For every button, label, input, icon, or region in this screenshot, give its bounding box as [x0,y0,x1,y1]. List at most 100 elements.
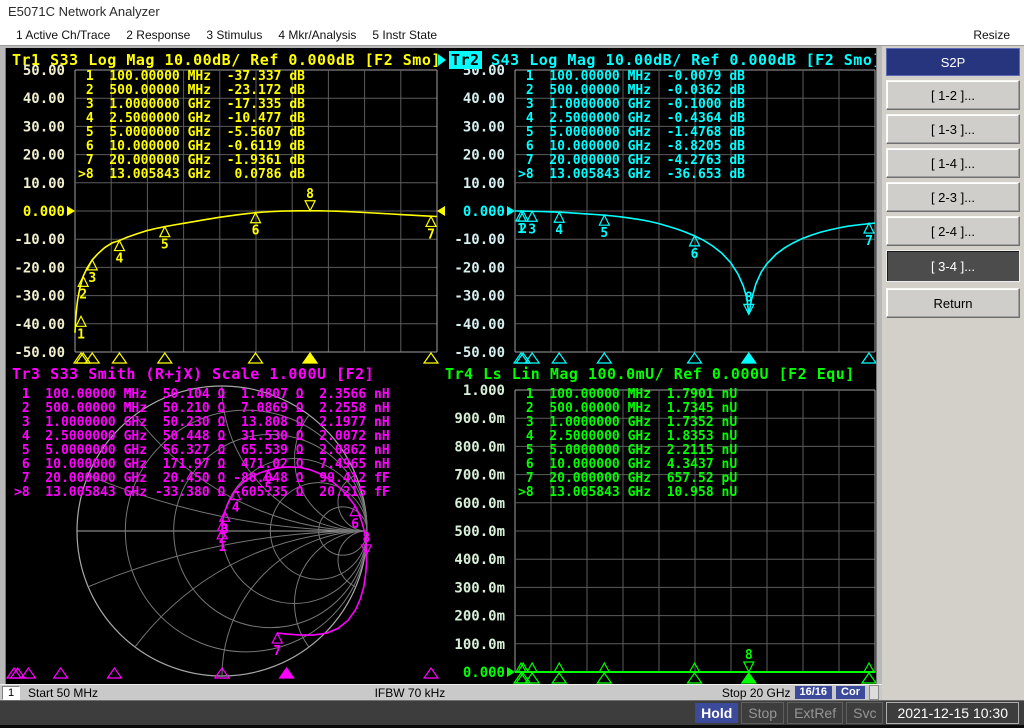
svg-text:40.00: 40.00 [463,91,505,107]
svg-text:-50.00: -50.00 [14,345,65,361]
svg-text:8: 8 [745,648,753,663]
trace1-name: Tr1 [12,51,41,69]
svg-text:400.0m: 400.0m [454,552,505,568]
correction-badge: Cor [836,686,865,699]
trace4-format: Ls Lin Mag 100.0mU/ Ref 0.000U [F2 Equ] [474,365,855,383]
menu-response[interactable]: 2 Response [126,28,190,42]
svg-text:8: 8 [745,290,753,305]
trace1-format: S33 Log Mag 10.00dB/ Ref 0.000dB [F2 Smo… [41,51,441,69]
trace2-marker-table: 1 100.00000 MHz -0.0079 dB 2 500.00000 M… [518,70,745,182]
datetime-display: 2021-12-15 10:30 [886,702,1019,724]
svg-text:-30.00: -30.00 [14,289,65,305]
svg-text:10.00: 10.00 [23,176,65,192]
channel-status-bar: 1 Start 50 MHz IFBW 70 kHz Stop 20 GHz 1… [0,684,882,700]
svg-text:1: 1 [77,327,85,342]
trace1-marker-table: 1 100.00000 MHz -37.337 dB 2 500.00000 M… [78,70,305,182]
svg-text:40.00: 40.00 [23,91,65,107]
svg-text:200.0m: 200.0m [454,609,505,625]
screen-left-frame [0,46,6,684]
softkey-button-1-3[interactable]: [ 1-3 ]... [886,114,1020,144]
svg-text:-50.00: -50.00 [454,345,505,361]
trace3-header: Tr3 S33 Smith (R+jX) Scale 1.000U [F2] [12,365,374,381]
trace4-header: Tr4 Ls Lin Mag 100.0mU/ Ref 0.000U [F2 E… [445,365,855,381]
softkey-button-2-4[interactable]: [ 2-4 ]... [886,216,1020,246]
stop-frequency: Stop 20 GHz [722,686,791,700]
analyzer-screen: 50.0040.0030.0020.0010.000.000-10.00-20.… [0,46,882,700]
start-frequency: Start 50 MHz [28,686,98,700]
svg-text:20.00: 20.00 [463,148,505,164]
svg-text:900.0m: 900.0m [454,411,505,427]
softkey-button-1-4[interactable]: [ 1-4 ]... [886,148,1020,178]
svg-text:5: 5 [161,238,169,253]
trace4-marker-table: 1 100.00000 MHz 1.7901 nU 2 500.00000 MH… [518,388,737,500]
softkey-button-1-2[interactable]: [ 1-2 ]... [886,80,1020,110]
svg-text:-10.00: -10.00 [14,232,65,248]
svg-text:2: 2 [79,287,87,302]
svg-text:600.0m: 600.0m [454,496,505,512]
svc-indicator: Svc [846,702,883,724]
softkey-list: [ 1-2 ]... [ 1-3 ]... [ 1-4 ]... [ 2-3 ]...… [886,80,1020,282]
svg-text:5: 5 [600,226,608,241]
menu-instr-state[interactable]: 5 Instr State [372,28,437,42]
window-title: E5071C Network Analyzer [0,0,1024,24]
svg-text:3: 3 [221,522,229,537]
svg-text:4: 4 [116,252,124,267]
trace3-format: S33 Smith (R+jX) Scale 1.000U [F2] [41,365,375,383]
svg-text:-40.00: -40.00 [14,317,65,333]
svg-text:6: 6 [691,247,699,262]
application-window: E5071C Network Analyzer 1 Active Ch/Trac… [0,0,1024,728]
svg-text:7: 7 [865,234,873,249]
svg-text:7: 7 [427,227,435,242]
svg-text:7: 7 [273,644,281,659]
svg-text:3: 3 [528,222,536,237]
svg-text:1.000: 1.000 [463,383,505,399]
svg-text:0.000: 0.000 [463,204,505,220]
return-button[interactable]: Return [886,288,1020,318]
svg-text:0.000: 0.000 [23,204,65,220]
trace4-name: Tr4 [445,365,474,383]
resize-button[interactable]: Resize [973,28,1010,42]
softkey-button-2-3[interactable]: [ 2-3 ]... [886,182,1020,212]
svg-text:2: 2 [519,222,527,237]
svg-text:10.00: 10.00 [463,176,505,192]
svg-text:500.0m: 500.0m [454,524,505,540]
svg-text:30.00: 30.00 [463,119,505,135]
svg-text:-30.00: -30.00 [454,289,505,305]
stop-indicator: Stop [741,702,784,724]
svg-text:0.000: 0.000 [463,665,505,681]
svg-text:20.00: 20.00 [23,148,65,164]
hold-indicator: Hold [695,703,738,723]
menu-active-ch-trace[interactable]: 1 Active Ch/Trace [16,28,110,42]
svg-text:4: 4 [232,501,240,516]
svg-text:-20.00: -20.00 [454,260,505,276]
svg-text:4: 4 [555,223,563,238]
trace2-format: S43 Log Mag 10.00dB/ Ref 0.000dB [F2 Smo… [482,51,882,69]
trace2-header: Tr2 S43 Log Mag 10.00dB/ Ref 0.000dB [F2… [438,51,882,67]
screen-top-frame [0,46,882,48]
svg-text:100.0m: 100.0m [454,637,505,653]
svg-text:6: 6 [252,224,260,239]
extref-indicator: ExtRef [787,702,843,724]
status-end-box [869,685,879,700]
svg-text:8: 8 [363,531,371,546]
svg-text:800.0m: 800.0m [454,439,505,455]
svg-text:300.0m: 300.0m [454,580,505,596]
trace3-marker-table: 1 100.00000 MHz 50.104 Ω 1.4807 Ω 2.3566… [14,388,390,500]
svg-text:30.00: 30.00 [23,119,65,135]
svg-text:-20.00: -20.00 [14,260,65,276]
softkey-panel: S2P [ 1-2 ]... [ 1-3 ]... [ 1-4 ]... [ 2-3 … [882,46,1024,700]
trace3-name: Tr3 [12,365,41,383]
menu-bar: 1 Active Ch/Trace 2 Response 3 Stimulus … [0,24,1024,46]
softkey-button-3-4[interactable]: [ 3-4 ]... [886,250,1020,282]
svg-text:-10.00: -10.00 [454,232,505,248]
svg-text:-40.00: -40.00 [454,317,505,333]
sweep-points-badge: 16/16 [795,686,833,699]
svg-text:700.0m: 700.0m [454,468,505,484]
svg-text:6: 6 [351,517,359,532]
menu-mkr-analysis[interactable]: 4 Mkr/Analysis [278,28,356,42]
ifbw-label: IFBW 70 kHz [375,686,446,700]
softkey-menu-title: S2P [886,48,1020,76]
trace1-header: Tr1 S33 Log Mag 10.00dB/ Ref 0.000dB [F2… [12,51,441,67]
channel-number: 1 [2,686,20,700]
menu-stimulus[interactable]: 3 Stimulus [206,28,262,42]
